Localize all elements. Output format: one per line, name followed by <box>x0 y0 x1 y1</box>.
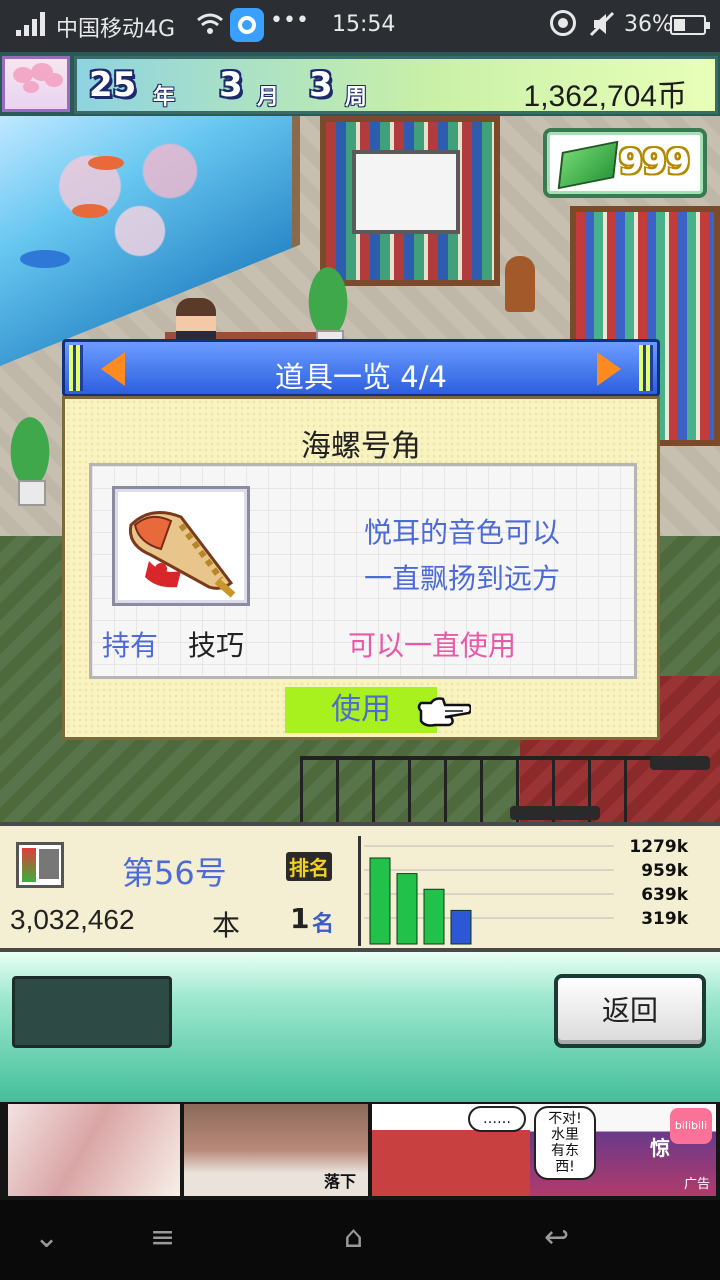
potted-plant <box>0 416 60 506</box>
wifi-icon <box>197 13 223 34</box>
carrier-label: 中国移动4G <box>56 17 176 42</box>
ad-banner[interactable]: 落下 …… 不对! 水里 有东西! 惊 bilibili 广告 <box>0 1102 720 1200</box>
research-book-counter[interactable]: 999 <box>543 128 707 198</box>
chart-bar <box>369 857 391 945</box>
battery-icon <box>670 15 710 35</box>
status-bar: 中国移动4G ••• 15:54 36% <box>0 0 720 52</box>
bilibili-logo: bilibili <box>670 1108 712 1144</box>
item-detail-dialog: 海螺号角 悦耳的音色可以 一直飘扬到远方 持有 技巧 可以一直使用 使用 <box>62 396 660 740</box>
chart-tick-label: 1279k <box>629 837 688 857</box>
issue-number: 第56号 <box>122 854 227 892</box>
comic-caption: 惊 <box>650 1136 670 1160</box>
usage-text: 可以一直使用 <box>348 629 517 662</box>
item-info-panel: 悦耳的音色可以 一直飘扬到远方 持有 技巧 可以一直使用 <box>89 463 637 679</box>
bench <box>650 756 710 770</box>
bottom-bar: 返回 <box>0 952 720 1102</box>
month-value: 3 <box>219 65 243 105</box>
ad-label: 广告 <box>683 1177 710 1192</box>
season-thumbnail[interactable] <box>2 56 70 112</box>
chart-tick-label: 639k <box>641 885 688 905</box>
fish-icon <box>20 250 70 268</box>
clock: 15:54 <box>332 12 396 37</box>
item-description: 悦耳的音色可以 一直飘扬到远方 <box>312 510 612 602</box>
home-icon[interactable]: ⌂ <box>344 1220 363 1255</box>
rank-number: 1 <box>290 902 310 935</box>
week-unit: 周 <box>345 85 368 110</box>
chart-bar <box>396 873 418 945</box>
railing <box>300 756 660 822</box>
signal-icon <box>16 12 45 36</box>
more-notifications-icon: ••• <box>270 8 309 33</box>
sales-bar-chart: 1279k 959k 639k 319k <box>364 837 689 945</box>
book-stack-icon <box>557 140 619 190</box>
mute-icon <box>589 11 615 37</box>
item-type: 技巧 <box>188 629 245 662</box>
fish-icon <box>72 204 108 218</box>
month-unit: 月 <box>257 85 280 110</box>
sales-unit: 本 <box>212 909 241 942</box>
back-icon[interactable]: ↩ <box>544 1220 569 1255</box>
navigation-bar: ⌄ ≡ ⌂ ↩ <box>0 1200 720 1280</box>
chart-bar <box>450 909 472 945</box>
magazine-cover-icon <box>16 842 64 888</box>
battery-percent: 36% <box>624 12 673 37</box>
year-unit: 年 <box>153 85 176 110</box>
chart-bar <box>423 888 445 945</box>
fish-icon <box>88 156 124 170</box>
rank-badge: 排名 <box>286 852 332 881</box>
date-money-bar: 25 年 3 月 3 周 1,362,704币 <box>0 52 720 116</box>
book-count: 999 <box>619 142 690 182</box>
wall-clock-icon <box>505 256 535 312</box>
whiteboard <box>352 150 460 234</box>
item-name: 海螺号角 <box>301 429 421 464</box>
next-page-arrow-icon[interactable] <box>597 352 621 386</box>
description-line: 一直飘扬到远方 <box>363 562 560 595</box>
location-icon <box>550 10 576 36</box>
dialog-title: 道具一览 4/4 <box>275 360 447 394</box>
year-value: 25 <box>89 65 137 105</box>
back-button[interactable]: 返回 <box>554 974 706 1048</box>
sales-count: 3,032,462 <box>10 904 135 935</box>
comic-caption: 落下 <box>324 1172 357 1191</box>
item-list-header: 道具一览 4/4 <box>62 339 660 397</box>
speech-bubble: …… <box>468 1106 526 1132</box>
bench <box>510 806 600 820</box>
comic-panel: 不对! 水里 有东西! 惊 bilibili 广告 <box>530 1104 716 1196</box>
money-display: 1,362,704币 <box>523 80 687 113</box>
magazine-info-panel: 第56号 排名 3,032,462 本 1 名 1279k 959k 639k 319… <box>0 822 720 952</box>
pointing-hand-icon <box>417 697 471 727</box>
conch-horn-icon <box>128 511 236 598</box>
week-value: 3 <box>309 65 333 105</box>
description-line: 悦耳的音色可以 <box>363 516 560 549</box>
empty-slot <box>12 976 172 1048</box>
date-display: 25 年 3 月 3 周 1,362,704币 <box>74 56 718 114</box>
speech-bubble: 不对! 水里 有东西! <box>534 1106 596 1180</box>
comic-panel: 落下 <box>184 1104 368 1196</box>
comic-panel: …… <box>372 1104 530 1196</box>
game-screen: 25 年 3 月 3 周 1,362,704币 999 道具一览 4/4 海螺号… <box>0 52 720 1102</box>
app-notification-icon <box>230 8 264 42</box>
hide-nav-icon[interactable]: ⌄ <box>34 1220 59 1255</box>
item-icon-frame <box>112 486 250 606</box>
owned-label: 持有 <box>102 629 159 662</box>
chart-tick-label: 959k <box>641 861 688 881</box>
rank-suffix: 名 <box>312 912 335 937</box>
menu-icon[interactable]: ≡ <box>150 1220 175 1255</box>
chart-tick-label: 319k <box>641 909 688 929</box>
comic-panel <box>8 1104 180 1196</box>
